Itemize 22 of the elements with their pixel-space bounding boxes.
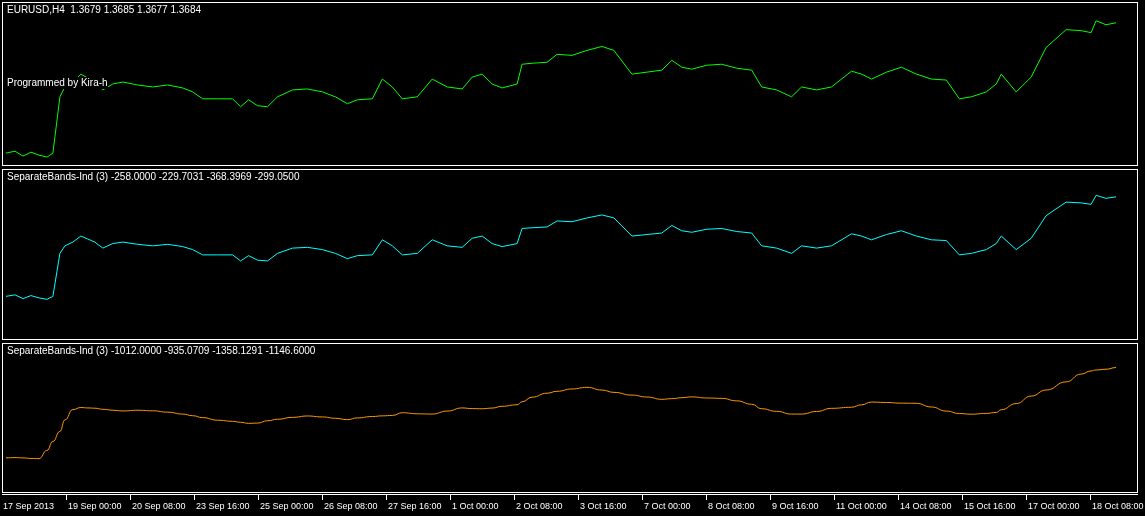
time-label: 7 Oct 00:00	[644, 500, 691, 512]
time-label: 18 Oct 08:00	[1092, 500, 1144, 512]
time-label: 9 Oct 16:00	[772, 500, 819, 512]
time-label: 11 Oct 00:00	[836, 500, 887, 512]
pane-header: SeparateBands-Ind (3) -258.0000 -229.7031 -368.3969 -299.0500	[7, 171, 300, 183]
time-label: 2 Oct 08:00	[516, 500, 563, 512]
time-label: 19 Sep 00:00	[68, 500, 122, 512]
chart-note: Programmed by Kira-h	[7, 77, 108, 89]
time-label: 1 Oct 00:00	[452, 500, 499, 512]
time-label: 25 Sep 00:00	[260, 500, 314, 512]
time-label: 20 Sep 08:00	[132, 500, 186, 512]
pane-header: EURUSD,H4 1.3679 1.3685 1.3677 1.3684	[7, 4, 202, 16]
time-label: 14 Oct 08:00	[900, 500, 952, 512]
time-label: 27 Sep 16:00	[388, 500, 442, 512]
pane-header: SeparateBands-Ind (3) -1012.0000 -935.0709 -1358.1291 -1146.6000	[7, 345, 316, 357]
time-label: 3 Oct 16:00	[580, 500, 627, 512]
time-label: 15 Oct 16:00	[964, 500, 1016, 512]
time-label: 26 Sep 08:00	[324, 500, 378, 512]
time-label: 23 Sep 16:00	[196, 500, 250, 512]
time-label: 17 Oct 00:00	[1028, 500, 1080, 512]
time-label: 8 Oct 08:00	[708, 500, 755, 512]
time-label: 17 Sep 2013	[3, 500, 55, 512]
